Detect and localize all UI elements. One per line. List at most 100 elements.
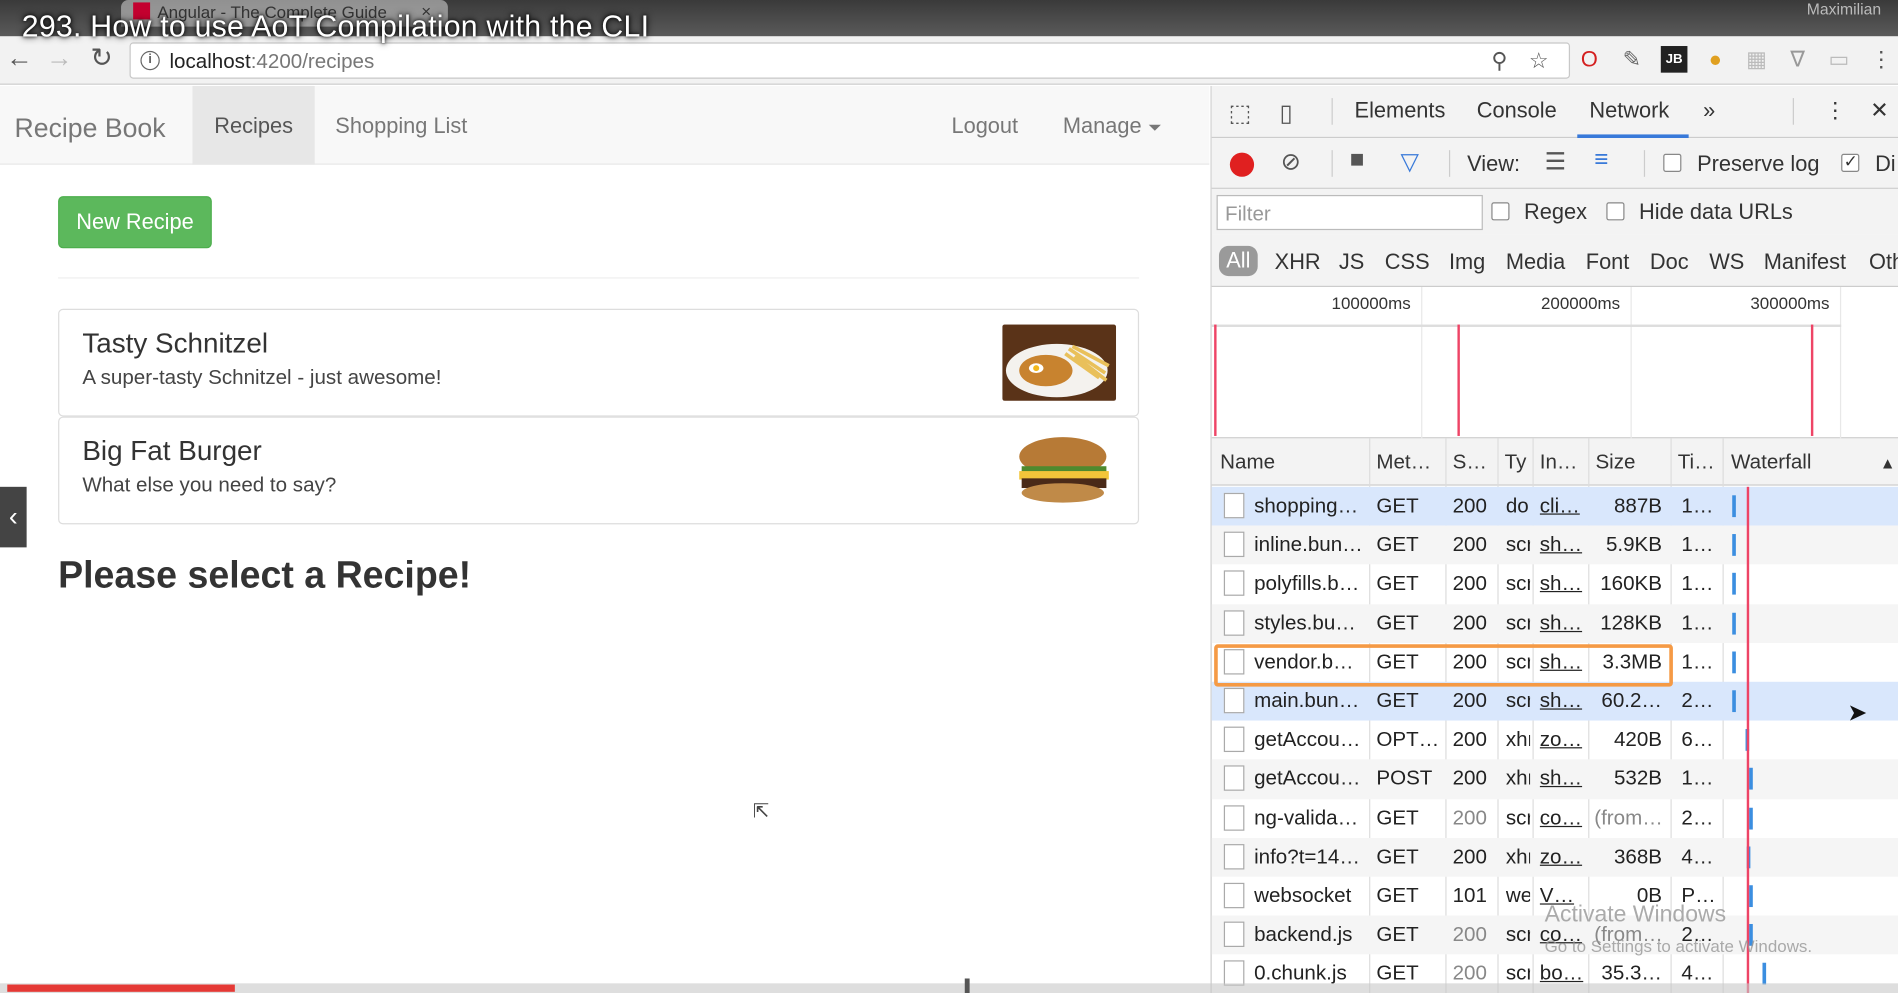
column-size[interactable]: Size bbox=[1595, 450, 1635, 474]
cast-extension-icon[interactable]: ▭ bbox=[1825, 46, 1852, 73]
request-row[interactable]: getAccou… OPT… 200 xhr zo… 420B 6… bbox=[1212, 721, 1898, 760]
disable-cache-checkbox[interactable] bbox=[1841, 151, 1860, 172]
profile-name[interactable]: Maximilian bbox=[1807, 0, 1881, 18]
address-bar[interactable]: i localhost:4200/recipes ⚲ ☆ bbox=[129, 42, 1571, 79]
column-status[interactable]: S… bbox=[1453, 450, 1487, 474]
request-initiator[interactable]: sh… bbox=[1540, 533, 1586, 557]
request-row[interactable]: getAccou… POST 200 xhr sh… 532B 1… bbox=[1211, 759, 1898, 799]
request-size: 5.9KB bbox=[1605, 533, 1663, 557]
clear-icon[interactable]: ⊘ bbox=[1281, 147, 1301, 177]
tab-console[interactable]: Console bbox=[1477, 98, 1557, 123]
request-row[interactable]: styles.bu… GET 200 scr sh… 128KB 1… bbox=[1211, 603, 1898, 643]
video-scrub-handle[interactable] bbox=[964, 978, 970, 993]
more-tabs-icon[interactable]: » bbox=[1703, 98, 1715, 123]
waterfall-load-line bbox=[1746, 486, 1750, 993]
request-row[interactable]: shopping… GET 200 do cli… 887B 1… bbox=[1211, 486, 1898, 526]
new-recipe-button[interactable]: New Recipe bbox=[58, 196, 212, 249]
type-filter-xhr[interactable]: XHR bbox=[1275, 249, 1321, 274]
request-size: 128KB bbox=[1600, 611, 1663, 635]
back-icon[interactable]: ← bbox=[5, 44, 34, 74]
request-status: 200 bbox=[1452, 611, 1487, 635]
opera-icon[interactable]: O bbox=[1576, 46, 1603, 73]
regex-checkbox[interactable] bbox=[1491, 202, 1510, 221]
recipe-item[interactable]: Big Fat Burger What else you need to say… bbox=[58, 416, 1140, 525]
request-method: GET bbox=[1376, 688, 1419, 712]
type-filter-doc[interactable]: Doc bbox=[1650, 249, 1689, 274]
recipe-app: Recipe Book Recipes Shopping List Logout… bbox=[0, 85, 1210, 993]
grid-extension-icon[interactable]: ▦ bbox=[1743, 46, 1770, 73]
chrome-menu-icon[interactable]: ⋮ bbox=[1868, 46, 1895, 73]
type-filter-font[interactable]: Font bbox=[1586, 249, 1630, 274]
request-initiator[interactable]: cli… bbox=[1540, 494, 1586, 518]
column-initiator[interactable]: In… bbox=[1540, 450, 1578, 474]
devtools-menu-icon[interactable]: ⋮ bbox=[1824, 98, 1846, 123]
request-row[interactable]: inline.bun… GET 200 scr sh… 5.9KB 1… bbox=[1211, 525, 1898, 565]
type-filter-all[interactable]: All bbox=[1218, 245, 1258, 277]
sort-ascending-icon[interactable]: ▲ bbox=[1880, 454, 1896, 472]
nav-shopping-list[interactable]: Shopping List bbox=[314, 86, 490, 165]
request-row[interactable]: info?t=14… GET 200 xhr zo… 368B 4… bbox=[1211, 837, 1898, 877]
jb-extension-icon[interactable]: JB bbox=[1660, 46, 1688, 73]
type-filter-img[interactable]: Img bbox=[1449, 249, 1485, 274]
type-filter-media[interactable]: Media bbox=[1506, 249, 1565, 274]
moon-extension-icon[interactable]: ● bbox=[1702, 46, 1729, 73]
type-filter-manifest[interactable]: Manifest bbox=[1764, 249, 1846, 274]
tab-elements[interactable]: Elements bbox=[1355, 98, 1446, 123]
type-filter-other[interactable]: Oth bbox=[1869, 249, 1898, 274]
filter-icon[interactable]: ▽ bbox=[1401, 147, 1420, 177]
bookmark-star-icon[interactable]: ☆ bbox=[1529, 48, 1549, 73]
hide-data-urls-checkbox[interactable] bbox=[1606, 202, 1625, 221]
recipe-item[interactable]: Tasty Schnitzel A super-tasty Schnitzel … bbox=[58, 308, 1140, 417]
watermark-title: Activate Windows bbox=[1544, 902, 1727, 928]
request-type: scr bbox=[1505, 572, 1530, 596]
column-time[interactable]: Ti… bbox=[1678, 450, 1715, 474]
eyedropper-icon[interactable]: ✎ bbox=[1618, 46, 1645, 73]
request-row[interactable]: ng-valida… GET 200 scr co… (from… 2… bbox=[1212, 799, 1898, 838]
type-filter-css[interactable]: CSS bbox=[1385, 249, 1430, 274]
request-initiator[interactable]: sh… bbox=[1540, 689, 1586, 713]
request-initiator[interactable]: zo… bbox=[1540, 845, 1586, 869]
reload-icon[interactable]: ↻ bbox=[87, 44, 116, 74]
column-name[interactable]: Name bbox=[1220, 450, 1275, 474]
forward-icon[interactable]: → bbox=[45, 44, 74, 74]
large-rows-icon[interactable]: ☰ bbox=[1545, 147, 1567, 177]
request-row[interactable]: polyfills.b… GET 200 scr sh… 160KB 1… bbox=[1212, 565, 1898, 604]
info-icon[interactable]: i bbox=[140, 50, 160, 71]
request-method: GET bbox=[1376, 494, 1419, 518]
previous-arrow-icon[interactable]: ‹ bbox=[0, 486, 27, 548]
request-type: xhr bbox=[1505, 727, 1530, 751]
filter-input[interactable]: Filter bbox=[1216, 194, 1483, 231]
brand-link[interactable]: Recipe Book bbox=[15, 113, 166, 144]
type-filter-js[interactable]: JS bbox=[1339, 249, 1364, 274]
nav-recipes[interactable]: Recipes bbox=[192, 85, 315, 165]
device-toolbar-icon[interactable]: ▯ bbox=[1279, 98, 1292, 128]
screenshot-camera-icon[interactable]: ■ bbox=[1350, 147, 1365, 175]
watermark-subtitle: Go to Settings to activate Windows. bbox=[1544, 936, 1813, 956]
preserve-log-checkbox[interactable] bbox=[1663, 153, 1682, 172]
request-initiator[interactable]: zo… bbox=[1540, 728, 1586, 752]
request-initiator[interactable]: sh… bbox=[1540, 611, 1586, 635]
overview-tick: 100000ms bbox=[1331, 293, 1411, 313]
network-overview[interactable]: 100000ms 200000ms 300000ms bbox=[1211, 287, 1898, 439]
type-filter-ws[interactable]: WS bbox=[1709, 249, 1744, 274]
key-icon[interactable]: ⚲ bbox=[1491, 48, 1507, 73]
request-initiator[interactable]: sh… bbox=[1540, 767, 1586, 791]
request-initiator[interactable]: sh… bbox=[1540, 572, 1586, 596]
video-progress-track[interactable] bbox=[0, 983, 1898, 993]
request-row[interactable]: main.bun… GET 200 scr sh… 60.2… 2… bbox=[1211, 681, 1898, 721]
column-waterfall[interactable]: Waterfall bbox=[1731, 450, 1811, 474]
request-time: 1… bbox=[1681, 766, 1714, 790]
nav-logout[interactable]: Logout bbox=[930, 86, 1040, 165]
devtools-close-icon[interactable]: ✕ bbox=[1870, 98, 1888, 123]
vue-extension-icon[interactable]: ∇ bbox=[1784, 46, 1811, 73]
overview-tick: 300000ms bbox=[1750, 293, 1830, 313]
column-method[interactable]: Met… bbox=[1376, 450, 1431, 474]
request-status: 200 bbox=[1452, 533, 1487, 557]
column-type[interactable]: Ty bbox=[1505, 450, 1527, 474]
record-icon[interactable] bbox=[1229, 152, 1255, 177]
nav-manage-dropdown[interactable]: Manage bbox=[1041, 86, 1183, 165]
tab-network[interactable]: Network bbox=[1589, 98, 1669, 123]
request-initiator[interactable]: co… bbox=[1540, 806, 1586, 830]
overview-icon[interactable]: ≡ bbox=[1594, 147, 1608, 175]
inspect-element-icon[interactable]: ⬚ bbox=[1229, 98, 1252, 128]
